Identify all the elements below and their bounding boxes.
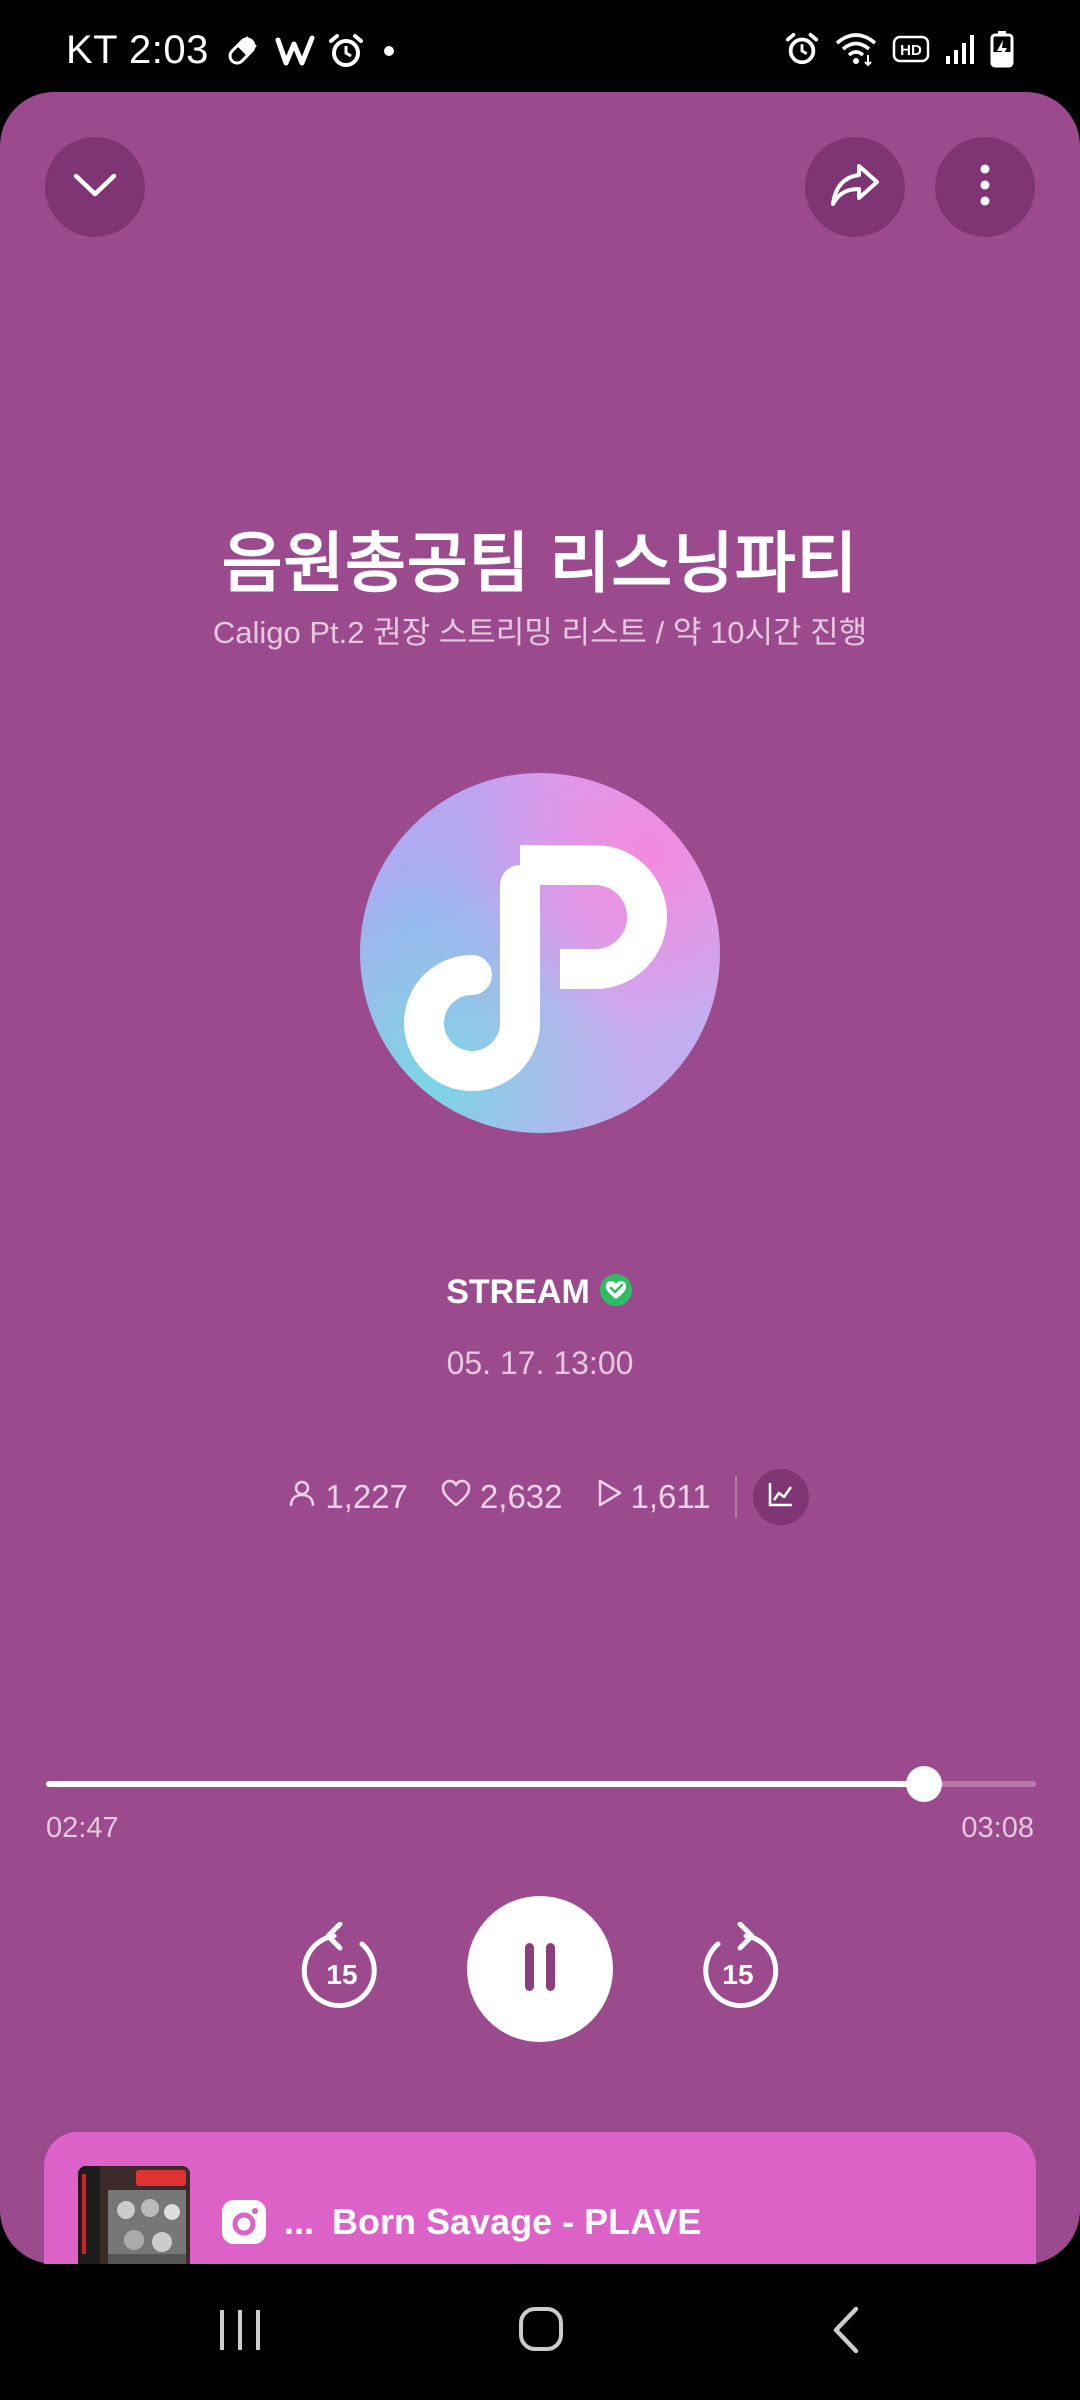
playback-progress-bar[interactable]	[46, 1766, 1036, 1802]
status-bar-left: KT 2:03	[66, 28, 417, 73]
system-nav-bar	[0, 2264, 1080, 2400]
camera-icon	[222, 2200, 266, 2244]
party-stats: 1,227 2,632 1,611	[0, 1469, 1080, 1525]
status-bar-right: HD	[784, 30, 1014, 73]
alarm-clock-icon	[327, 32, 365, 70]
forward-15-button[interactable]: 15	[696, 1922, 780, 2016]
total-time: 03:08	[961, 1812, 1034, 1844]
rewind-15-button[interactable]: 15	[300, 1922, 384, 2016]
back-button[interactable]	[828, 2306, 862, 2359]
dot-icon	[379, 32, 417, 70]
status-bar: KT 2:03 HD	[0, 0, 1080, 92]
party-cover-image	[360, 773, 720, 1133]
current-time: 02:47	[46, 1812, 119, 1844]
battery-charging-icon	[990, 30, 1014, 73]
home-button[interactable]	[518, 2306, 564, 2357]
plays-stat: 1,611	[595, 1478, 711, 1516]
stats-divider	[734, 1476, 737, 1518]
recent-apps-icon	[220, 2310, 260, 2350]
wifi-icon	[834, 31, 878, 72]
home-icon	[519, 2307, 563, 2351]
listening-party-card: 음원총공팀 리스닝파티 Caligo Pt.2 권장 스트리밍 리스트 / 약 …	[0, 92, 1080, 2312]
channel-name[interactable]: STREAM	[446, 1273, 590, 1312]
forward-15-icon: 15	[703, 1922, 779, 2009]
hd-icon: HD	[892, 34, 930, 69]
rewind-label: 15	[326, 1959, 357, 1990]
rewind-15-icon: 15	[301, 1922, 377, 2009]
more-vertical-icon	[979, 163, 991, 212]
party-title: 음원총공팀 리스닝파티	[221, 526, 859, 600]
pause-icon	[520, 1941, 560, 1998]
stats-chart-button[interactable]	[752, 1469, 809, 1525]
verified-badge-icon	[598, 1272, 634, 1313]
progress-knob[interactable]	[906, 1766, 943, 1802]
recent-apps-button[interactable]	[216, 2308, 264, 2357]
pill-icon	[223, 32, 261, 70]
album-art	[78, 2166, 190, 2278]
weverse-w-icon	[275, 32, 315, 70]
progress-fill	[46, 1781, 925, 1787]
likes-count: 2,632	[479, 1478, 563, 1515]
svg-text:HD: HD	[900, 42, 922, 59]
likes-stat: 2,632	[440, 1478, 563, 1516]
signal-icon	[944, 32, 976, 71]
share-button[interactable]	[805, 137, 905, 237]
more-options-button[interactable]	[935, 137, 1035, 237]
now-playing-ellipsis: ...	[284, 2201, 315, 2242]
channel-row[interactable]: STREAM	[0, 1272, 1080, 1313]
share-arrow-icon	[829, 162, 881, 213]
plays-count: 1,611	[630, 1478, 711, 1515]
listeners-count: 1,227	[325, 1478, 408, 1515]
heart-icon	[440, 1478, 472, 1516]
person-icon	[287, 1478, 317, 1516]
pause-button[interactable]	[467, 1896, 613, 2042]
chevron-down-icon	[72, 171, 118, 204]
now-playing-track: Born Savage - PLAVE	[332, 2201, 702, 2242]
party-subtitle: Caligo Pt.2 권장 스트리밍 리스트 / 약 10시간 진행	[212, 615, 868, 650]
back-icon	[833, 2306, 859, 2354]
music-note-logo-icon	[404, 845, 667, 1091]
collapse-button[interactable]	[45, 137, 145, 237]
party-date: 05. 17. 13:00	[446, 1345, 634, 1381]
play-outline-icon	[595, 1478, 623, 1516]
carrier-time: KT 2:03	[66, 28, 209, 72]
line-chart-icon	[767, 1478, 795, 1516]
alarm-icon	[784, 31, 820, 72]
listeners-stat: 1,227	[287, 1478, 408, 1516]
forward-label: 15	[722, 1959, 753, 1990]
